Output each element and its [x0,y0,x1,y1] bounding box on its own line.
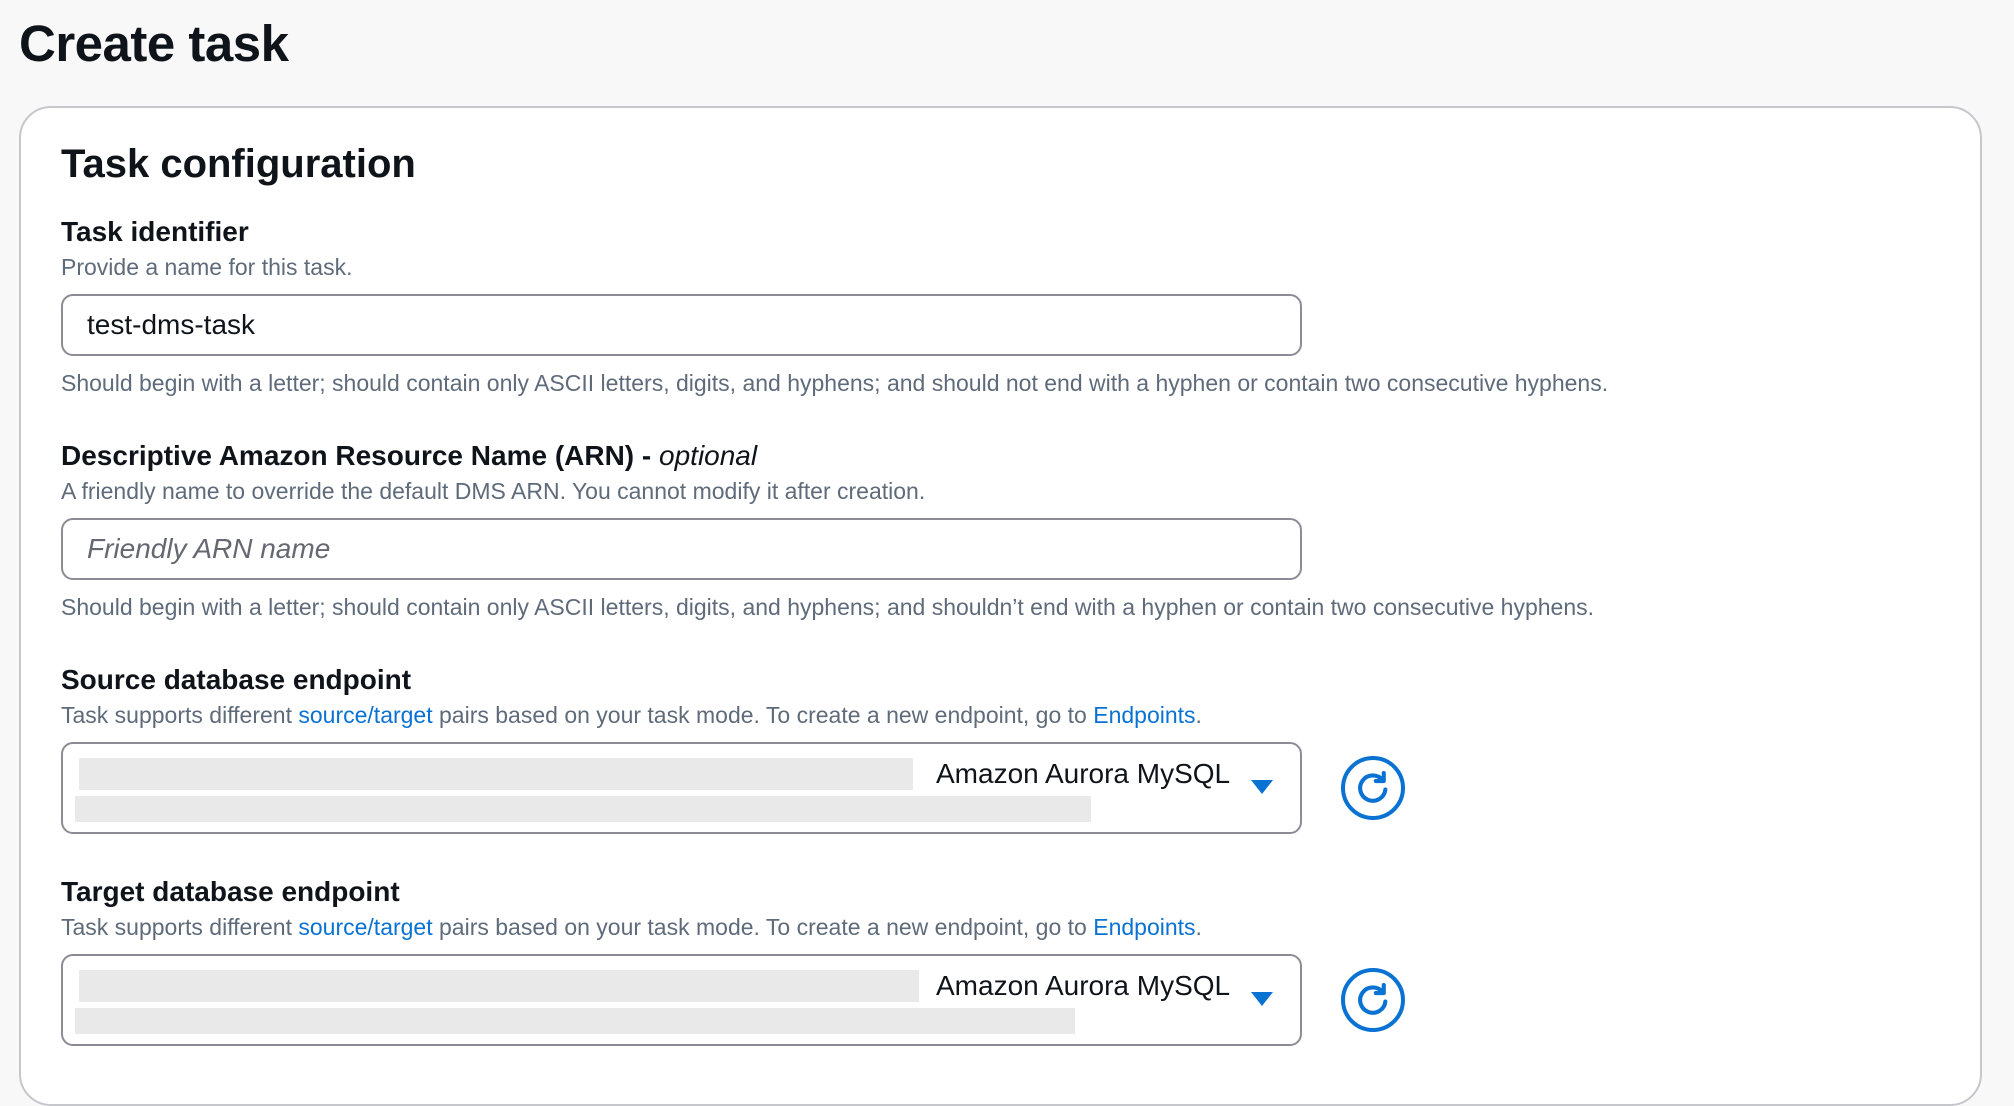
source-desc-prefix: Task supports different [61,702,299,728]
task-identifier-constraint: Should begin with a letter; should conta… [61,370,1609,396]
redacted-endpoint-name [79,970,919,1002]
arn-label-text: Descriptive Amazon Resource Name (ARN) [61,440,635,471]
source-refresh-button[interactable] [1341,756,1405,820]
redacted-endpoint-detail [75,1008,1075,1034]
redacted-endpoint-detail [75,796,1091,822]
source-endpoint-label: Source database endpoint [61,664,412,695]
task-configuration-panel: Task configuration Task identifier Provi… [19,106,1982,1106]
source-endpoint-select[interactable]: Amazon Aurora MySQL [61,742,1302,834]
panel-title: Task configuration [61,142,416,186]
target-endpoint-description: Task supports different source/target pa… [61,914,1202,941]
target-desc-suffix: . [1195,914,1202,940]
endpoints-link[interactable]: Endpoints [1093,914,1195,940]
task-identifier-input[interactable] [61,294,1302,356]
source-desc-suffix: . [1195,702,1202,728]
refresh-icon [1358,983,1388,1015]
source-endpoint-description: Task supports different source/target pa… [61,702,1202,729]
target-engine-label: Amazon Aurora MySQL [936,970,1231,1001]
target-refresh-button[interactable] [1341,968,1405,1032]
task-identifier-description: Provide a name for this task. [61,254,353,280]
target-desc-prefix: Task supports different [61,914,299,940]
target-endpoint-select[interactable]: Amazon Aurora MySQL [61,954,1302,1046]
caret-down-icon [1251,992,1273,1006]
redacted-endpoint-name [79,758,913,790]
endpoints-link[interactable]: Endpoints [1093,702,1195,728]
arn-optional-tag: optional [659,440,758,471]
source-engine-label: Amazon Aurora MySQL [936,758,1231,789]
caret-down-icon [1251,780,1273,794]
arn-label-separator: - [634,440,660,471]
source-desc-middle: pairs based on your task mode. To create… [432,702,1094,728]
source-target-link[interactable]: source/target [298,702,432,728]
refresh-icon [1358,771,1388,803]
page-title: Create task [19,15,289,72]
arn-constraint: Should begin with a letter; should conta… [61,594,1595,620]
task-identifier-label: Task identifier [61,216,249,247]
source-target-link[interactable]: source/target [298,914,432,940]
target-endpoint-label: Target database endpoint [61,876,400,907]
arn-description: A friendly name to override the default … [61,478,926,504]
arn-input[interactable] [61,518,1302,580]
target-desc-middle: pairs based on your task mode. To create… [432,914,1094,940]
arn-label: Descriptive Amazon Resource Name (ARN) -… [61,440,757,472]
